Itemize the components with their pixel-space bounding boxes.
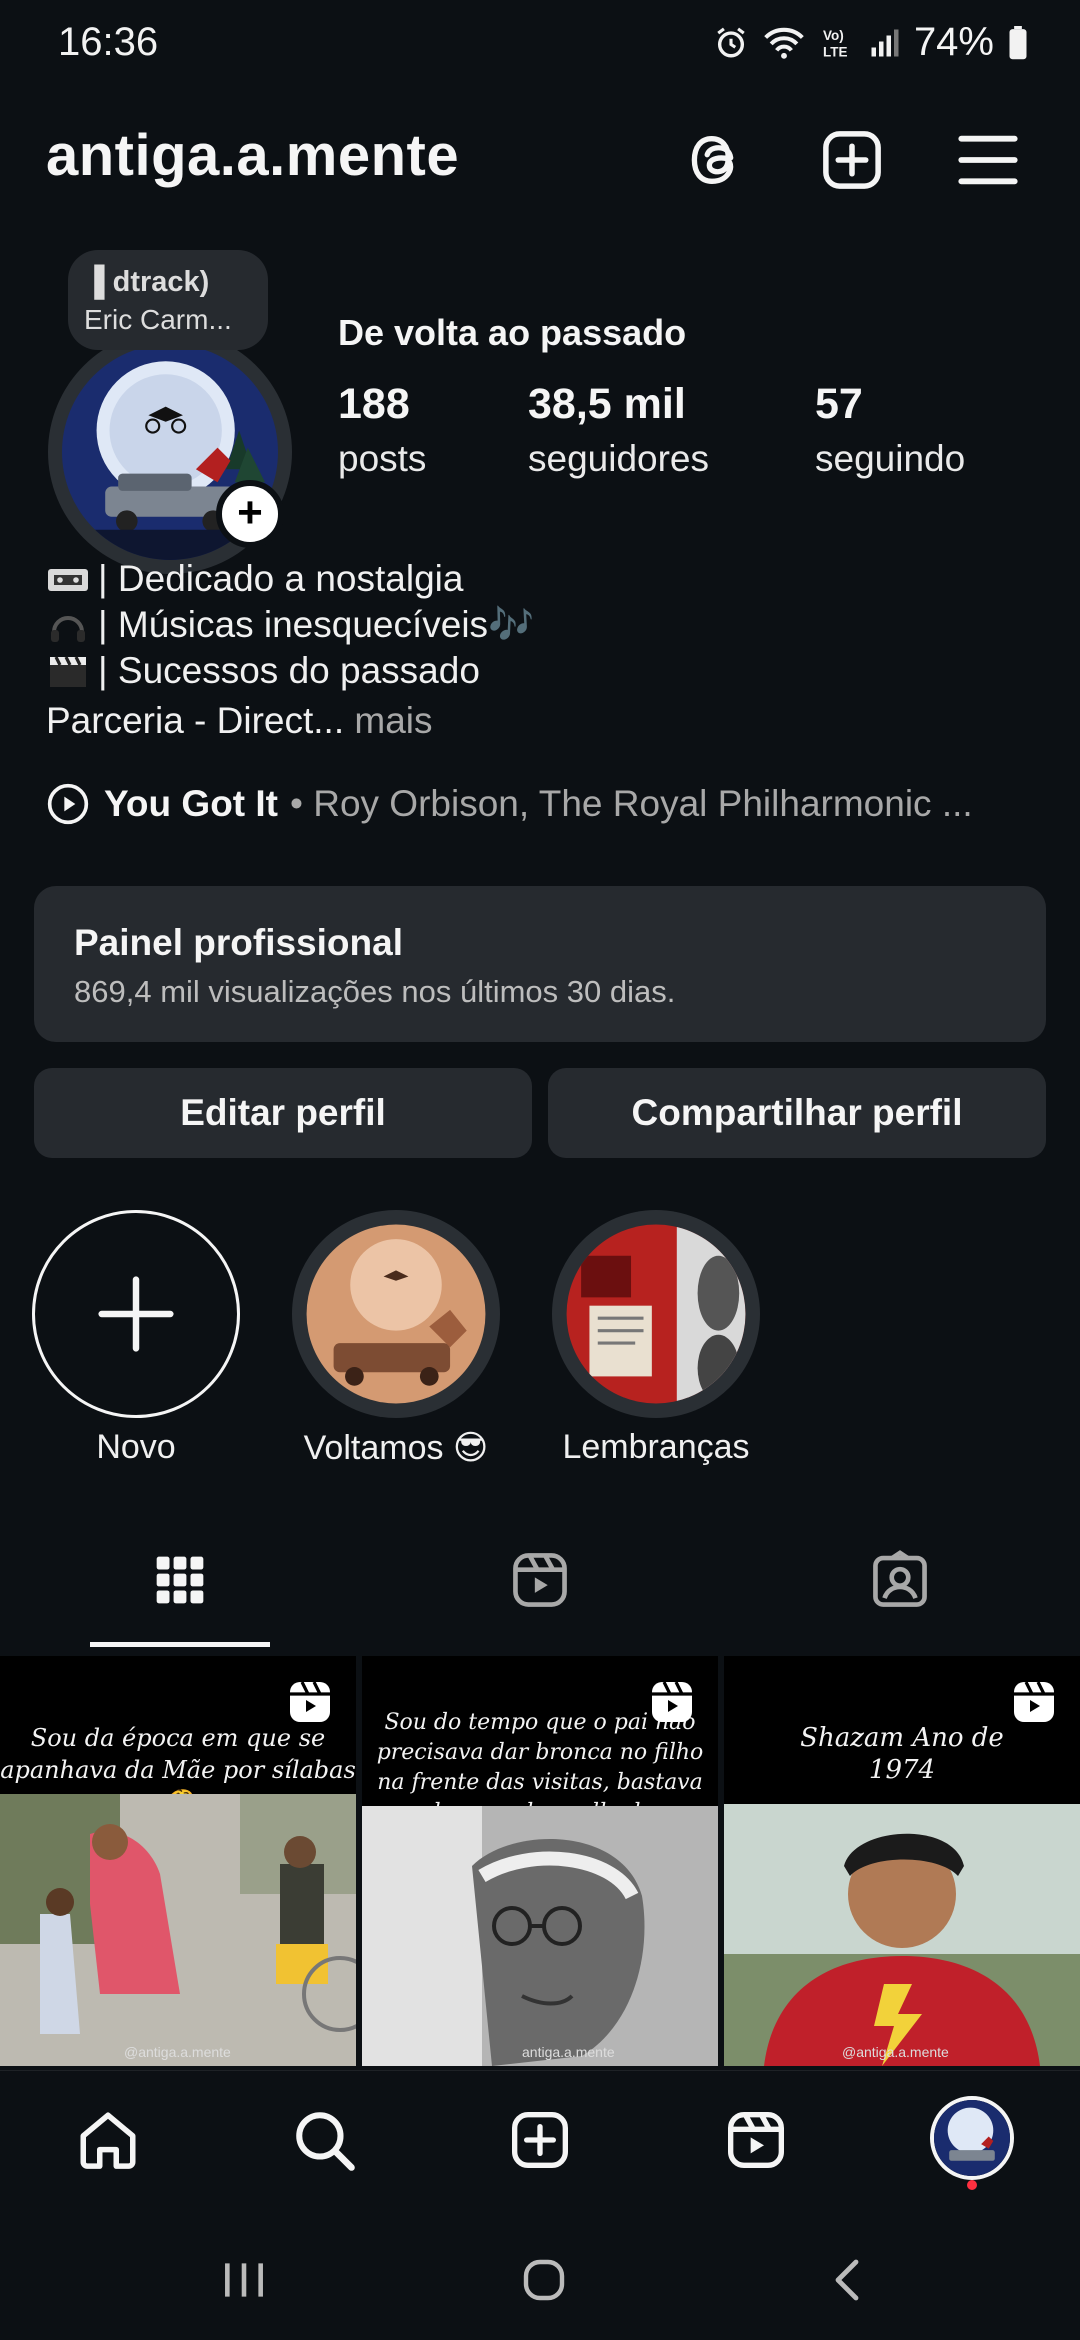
post-2-watermark: antiga.a.mente — [522, 2044, 615, 2060]
music-song-title: You Got It — [104, 783, 278, 824]
post-tile-3[interactable]: Shazam Ano de 1974 @antiga.a.mente — [724, 1656, 1080, 2066]
followers-count[interactable]: 38,5 mil — [528, 380, 686, 429]
post-tile-2[interactable]: Sou do tempo que o pai não precisava dar… — [362, 1656, 718, 2066]
home-circle-icon — [523, 2259, 565, 2301]
back-button[interactable] — [808, 2240, 888, 2320]
post-3-watermark: @antiga.a.mente — [842, 2044, 949, 2060]
alarm-icon — [717, 27, 745, 57]
reels-icon — [513, 1553, 567, 1607]
create-post-icon[interactable] — [812, 120, 892, 200]
recent-apps-button[interactable] — [204, 2240, 284, 2320]
battery-icon — [1009, 25, 1027, 59]
status-icons: Vo) LTE 74% — [714, 20, 1028, 65]
tab-tagged[interactable] — [850, 1540, 950, 1620]
share-profile-button[interactable]: Compartilhar perfil — [548, 1068, 1046, 1158]
notification-dot — [967, 2180, 977, 2190]
bio-line-1: | Dedicado a nostalgia — [46, 558, 463, 600]
signal-icon — [871, 29, 899, 56]
reel-badge-icon — [290, 1681, 330, 1722]
dashboard-title: Painel profissional — [74, 922, 403, 963]
menu-icon[interactable] — [948, 120, 1028, 200]
bio-line-2: | Músicas inesquecíveis🎶 — [46, 604, 534, 647]
following-count[interactable]: 57 — [815, 380, 863, 429]
tab-reels[interactable] — [490, 1540, 590, 1620]
volte-icon: Vo)LTE — [823, 28, 848, 60]
profile-username[interactable]: antiga.a.mente — [46, 122, 459, 189]
bio-line-3: | Sucessos do passado — [46, 650, 480, 692]
following-label[interactable]: seguindo — [815, 438, 965, 480]
nav-reels[interactable] — [716, 2100, 796, 2180]
recent-apps-icon — [225, 2263, 263, 2297]
music-note-title: ▐ dtrack) — [84, 266, 210, 298]
edit-profile-button[interactable]: Editar perfil — [34, 1068, 532, 1158]
play-circle-icon — [47, 783, 89, 825]
display-name: De volta ao passado — [338, 312, 687, 353]
post-1-watermark: @antiga.a.mente — [124, 2044, 231, 2060]
posts-count[interactable]: 188 — [338, 380, 410, 429]
posts-label[interactable]: posts — [338, 438, 426, 480]
nav-home[interactable] — [68, 2100, 148, 2180]
active-tab-indicator — [90, 1642, 270, 1647]
bio-line-4[interactable]: Parceria - Direct... mais — [46, 700, 433, 742]
highlight-lembrancas[interactable] — [552, 1210, 760, 1418]
grid-icon — [156, 1556, 204, 1604]
reel-badge-icon — [1014, 1681, 1054, 1722]
profile-music[interactable]: You Got It • Roy Orbison, The Royal Phil… — [46, 782, 973, 826]
music-artist: • Roy Orbison, The Royal Philharmonic ..… — [290, 783, 973, 824]
wifi-icon — [764, 27, 804, 59]
add-story-button[interactable]: + — [216, 480, 284, 548]
home-icon — [80, 2112, 136, 2169]
nav-create[interactable] — [500, 2100, 580, 2180]
nav-profile-avatar[interactable] — [930, 2096, 1014, 2180]
tagged-icon — [873, 1550, 927, 1607]
search-icon — [296, 2112, 355, 2171]
plus-icon — [98, 1276, 174, 1352]
highlight-new-label: Novo — [96, 1428, 176, 1466]
highlight-lembrancas-label: Lembranças — [562, 1428, 750, 1466]
post-3-caption: Shazam Ano de 1974 — [800, 1723, 1004, 1785]
highlight-voltamos[interactable] — [292, 1210, 500, 1418]
music-note-artist: Eric Carm... — [84, 304, 232, 335]
dashboard-subtitle: 869,4 mil visualizações nos últimos 30 d… — [74, 974, 676, 1009]
clapper-board-icon — [46, 653, 90, 689]
svg-text:LTE: LTE — [823, 44, 848, 59]
home-button[interactable] — [504, 2240, 584, 2320]
create-icon — [512, 2112, 568, 2168]
highlight-voltamos-label: Voltamos 😎 — [303, 1429, 489, 1467]
bio-more-link[interactable]: mais — [354, 700, 432, 742]
tab-posts-grid[interactable] — [130, 1540, 230, 1620]
threads-icon[interactable] — [676, 120, 756, 200]
battery-percent: 74% — [913, 20, 994, 64]
post-tile-1[interactable]: Sou da época em que se apanhava da Mãe p… — [0, 1656, 356, 2066]
videocassette-icon — [46, 561, 90, 597]
highlight-new[interactable] — [32, 1210, 240, 1418]
headphones-icon — [46, 608, 90, 644]
status-time: 16:36 — [58, 20, 159, 64]
reels-icon — [728, 2112, 784, 2168]
reel-badge-icon — [652, 1681, 692, 1722]
nav-search[interactable] — [284, 2100, 364, 2180]
followers-label[interactable]: seguidores — [528, 438, 709, 480]
back-icon — [835, 2259, 859, 2301]
svg-text:Vo): Vo) — [823, 28, 844, 43]
professional-dashboard[interactable] — [34, 886, 1046, 1042]
